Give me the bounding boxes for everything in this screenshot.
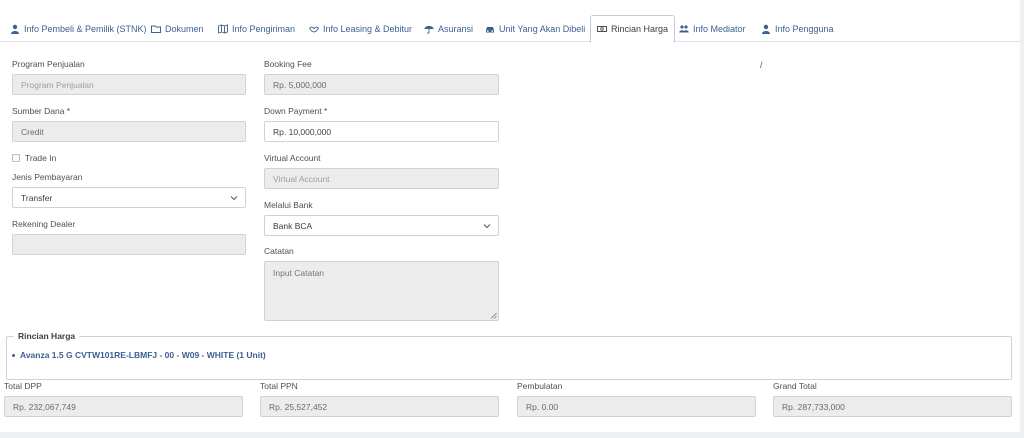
pembulatan-label: Pembulatan [517, 381, 563, 391]
virtual-account-label: Virtual Account [264, 153, 321, 163]
user-icon [11, 24, 19, 34]
list-item[interactable]: Avanza 1.5 G CVTW101RE-LBMFJ - 00 - W09 … [12, 350, 266, 360]
tab-info-mediator[interactable]: Info Mediator [679, 15, 746, 42]
tab-label: Info Leasing & Debitur [323, 23, 413, 34]
program-penjualan-input[interactable]: Program Penjualan [12, 74, 246, 95]
down-payment-label: Down Payment * [264, 106, 328, 116]
tab-dokumen[interactable]: Dokumen [151, 15, 204, 42]
catatan-label: Catatan [264, 246, 294, 256]
tab-unit[interactable]: Unit Yang Akan Dibeli [485, 15, 585, 42]
user-icon [762, 24, 770, 34]
tab-label: Unit Yang Akan Dibeli [499, 23, 586, 34]
tab-info-leasing[interactable]: Info Leasing & Debitur [309, 15, 412, 42]
sumber-dana-input[interactable]: Credit [12, 121, 246, 142]
melalui-bank-select[interactable]: Bank BCA [264, 215, 499, 236]
jenis-pembayaran-value: Transfer [21, 192, 53, 203]
tab-label: Info Mediator [693, 23, 746, 34]
booking-fee-input[interactable]: Rp. 5,000,000 [264, 74, 499, 95]
tab-bar: Info Pembeli & Pemilik (STNK) Dokumen In… [0, 15, 1020, 43]
users-icon [679, 24, 689, 32]
total-dpp-input[interactable]: Rp. 232,067,749 [4, 396, 243, 417]
sumber-dana-label: Sumber Dana * [12, 106, 71, 116]
unit-item-text: Avanza 1.5 G CVTW101RE-LBMFJ - 00 - W09 … [20, 350, 266, 360]
booking-fee-label: Booking Fee [264, 59, 312, 69]
car-icon [486, 26, 494, 32]
trade-in-label: Trade In [25, 153, 57, 163]
tab-label: Info Pengiriman [232, 23, 296, 34]
chevron-down-icon [483, 223, 491, 228]
total-dpp-label: Total DPP [4, 381, 42, 391]
tab-asuransi[interactable]: Asuransi [424, 15, 473, 42]
down-payment-input[interactable]: Rp. 10,000,000 [264, 121, 499, 142]
tab-label: Info Pembeli & Pemilik (STNK) [24, 23, 147, 34]
virtual-account-input[interactable]: Virtual Account [264, 168, 499, 189]
tab-info-pengguna[interactable]: Info Pengguna [761, 15, 834, 42]
program-penjualan-label: Program Penjualan [12, 59, 85, 69]
rekening-dealer-label: Rekening Dealer [12, 219, 76, 229]
trade-in-checkbox[interactable] [12, 154, 20, 162]
bullet-icon [12, 353, 15, 357]
total-ppn-label: Total PPN [260, 381, 298, 391]
rincian-harga-legend: Rincian Harga [14, 331, 80, 341]
tab-label: Rincian Harga [611, 24, 669, 34]
chevron-down-icon [230, 195, 238, 200]
grand-total-label: Grand Total [773, 381, 817, 391]
tab-label: Dokumen [165, 23, 204, 34]
tab-info-pengiriman[interactable]: Info Pengiriman [218, 15, 295, 42]
money-icon [597, 26, 607, 32]
footer-strip [0, 432, 1024, 438]
folder-icon [151, 25, 161, 33]
separator-slash: / [760, 60, 763, 70]
total-ppn-input[interactable]: Rp. 25,527,452 [260, 396, 499, 417]
handshake-icon [309, 25, 319, 32]
jenis-pembayaran-label: Jenis Pembayaran [12, 172, 83, 182]
tab-label: Info Pengguna [775, 23, 834, 34]
melalui-bank-label: Melalui Bank [264, 200, 313, 210]
resize-handle-icon[interactable] [490, 312, 497, 319]
rekening-dealer-input[interactable] [12, 234, 246, 255]
melalui-bank-value: Bank BCA [273, 220, 313, 231]
jenis-pembayaran-select[interactable]: Transfer [12, 187, 246, 208]
tab-label: Asuransi [438, 23, 474, 34]
map-icon [218, 23, 228, 34]
umbrella-icon [424, 25, 434, 34]
pembulatan-input[interactable]: Rp. 0.00 [517, 396, 756, 417]
grand-total-input[interactable]: Rp. 287,733,000 [773, 396, 1012, 417]
tab-rincian-harga[interactable]: Rincian Harga [590, 15, 676, 43]
catatan-textarea[interactable] [264, 261, 499, 321]
main-panel: Info Pembeli & Pemilik (STNK) Dokumen In… [0, 0, 1020, 432]
tab-info-pembeli[interactable]: Info Pembeli & Pemilik (STNK) [10, 15, 147, 42]
rincian-harga-fieldset: Rincian Harga Avanza 1.5 G CVTW101RE-LBM… [6, 331, 1012, 380]
